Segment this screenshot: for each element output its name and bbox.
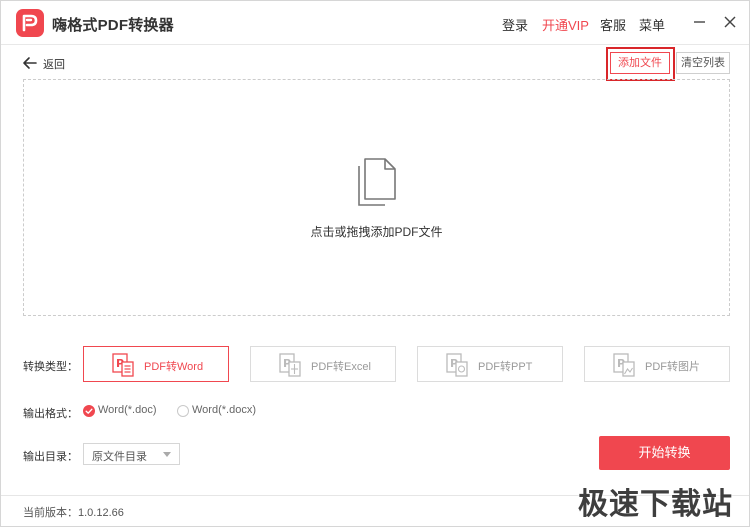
pdf-logo-icon: [16, 9, 44, 37]
radio-checked-icon: [83, 405, 95, 417]
pdf-to-excel-button[interactable]: P PDF转Excel: [250, 346, 396, 382]
pdf-to-word-label: PDF转Word: [144, 361, 204, 373]
format-docx-label: Word(*.docx): [192, 404, 256, 416]
word-file-icon: P: [112, 353, 134, 377]
title-bar: 嗨格式PDF转换器 登录 开通VIP 客服 菜单: [1, 1, 749, 45]
excel-file-icon: P: [279, 353, 301, 377]
back-label: 返回: [43, 59, 65, 71]
format-doc-label: Word(*.doc): [98, 404, 157, 416]
pdf-to-image-label: PDF转图片: [645, 361, 700, 373]
output-dir-label: 输出目录：: [23, 451, 78, 463]
output-format-label: 输出格式：: [23, 408, 78, 420]
watermark: 极速下载站: [578, 488, 733, 521]
start-convert-button[interactable]: 开始转换: [599, 436, 730, 470]
version-text: 当前版本：1.0.12.66: [23, 507, 124, 519]
ppt-file-icon: P: [446, 353, 468, 377]
image-file-icon: P: [613, 353, 635, 377]
app-window: 嗨格式PDF转换器 登录 开通VIP 客服 菜单 返回 添加文件 清空列表 点击…: [0, 0, 750, 527]
login-link[interactable]: 登录: [502, 15, 528, 34]
pdf-to-ppt-button[interactable]: P PDF转PPT: [417, 346, 563, 382]
document-stack-icon: [358, 158, 396, 206]
chevron-down-icon: [163, 452, 171, 457]
vip-link[interactable]: 开通VIP: [542, 15, 589, 34]
output-dir-value: 原文件目录: [92, 451, 147, 463]
add-file-button[interactable]: 添加文件: [610, 52, 670, 74]
clear-list-button[interactable]: 清空列表: [676, 52, 730, 74]
pdf-to-image-button[interactable]: P PDF转图片: [584, 346, 730, 382]
app-title: 嗨格式PDF转换器: [52, 17, 174, 34]
radio-unchecked-icon: [177, 405, 189, 417]
conversion-type-label: 转换类型：: [23, 361, 78, 373]
customer-service-link[interactable]: 客服: [600, 15, 626, 34]
arrow-left-icon: [23, 57, 37, 69]
output-dir-select[interactable]: 原文件目录: [83, 443, 180, 465]
pdf-to-word-button[interactable]: P PDF转Word: [83, 346, 229, 382]
pdf-to-ppt-label: PDF转PPT: [478, 361, 533, 373]
file-drop-zone[interactable]: 点击或拖拽添加PDF文件: [23, 79, 730, 316]
menu-link[interactable]: 菜单: [639, 15, 665, 34]
close-icon[interactable]: [721, 13, 739, 31]
drop-hint: 点击或拖拽添加PDF文件: [310, 225, 443, 239]
pdf-to-excel-label: PDF转Excel: [311, 361, 371, 373]
minimize-icon[interactable]: [691, 13, 709, 31]
